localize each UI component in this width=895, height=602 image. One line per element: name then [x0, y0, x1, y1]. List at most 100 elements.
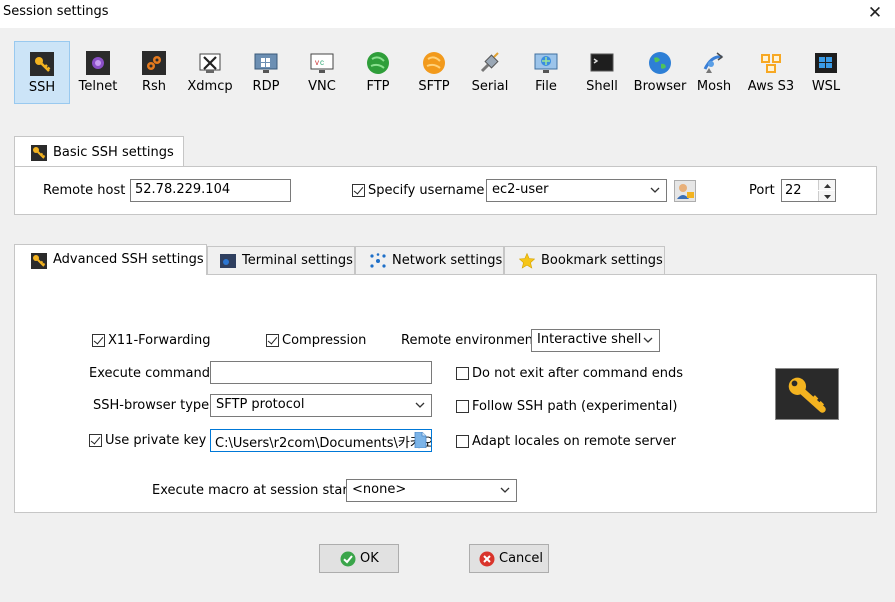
- port-up-button[interactable]: [818, 180, 835, 190]
- star-icon: [519, 253, 535, 269]
- do-not-exit-checkbox[interactable]: [456, 367, 469, 380]
- cancel-label: Cancel: [499, 551, 544, 566]
- shell-icon: [590, 53, 614, 72]
- tab-label: Advanced SSH settings: [53, 252, 204, 267]
- ssh-browser-type-value: SFTP protocol: [216, 397, 305, 412]
- svg-text:c: c: [320, 58, 324, 67]
- session-type-file[interactable]: File: [518, 41, 574, 104]
- specify-username-label: Specify username: [368, 183, 485, 198]
- do-not-exit-label: Do not exit after command ends: [472, 366, 683, 381]
- window-title: Session settings: [3, 4, 109, 19]
- remote-environment-value: Interactive shell: [537, 332, 642, 347]
- x11-forwarding-checkbox[interactable]: [92, 334, 105, 347]
- session-type-label: Mosh: [696, 79, 732, 94]
- ok-button[interactable]: OK: [319, 544, 399, 573]
- adapt-locales-label: Adapt locales on remote server: [472, 434, 676, 449]
- sftp-icon: [423, 52, 445, 74]
- xdmcp-icon: [199, 53, 221, 73]
- private-key-path-value: C:\Users\r2com\Documents\카카오: [215, 436, 432, 451]
- execute-command-input[interactable]: [210, 361, 432, 384]
- chevron-down-icon: [415, 402, 425, 408]
- tab-terminal-settings[interactable]: Terminal settings: [207, 246, 355, 274]
- execute-macro-label: Execute macro at session start:: [152, 483, 358, 498]
- ok-label: OK: [360, 551, 379, 566]
- session-type-label: WSL: [811, 79, 841, 94]
- username-combo[interactable]: ec2-user: [486, 179, 667, 202]
- session-type-rdp[interactable]: RDP: [238, 41, 294, 104]
- session-type-sftp[interactable]: SFTP: [406, 41, 462, 104]
- session-type-label: RDP: [252, 79, 280, 94]
- key-icon: [31, 145, 47, 161]
- caret-up-icon: [824, 184, 831, 188]
- tab-label: Bookmark settings: [541, 253, 663, 268]
- port-label: Port: [749, 183, 775, 198]
- tab-label: Basic SSH settings: [53, 145, 174, 160]
- chevron-down-icon: [500, 487, 510, 493]
- mosh-icon: [703, 52, 724, 73]
- session-type-ftp[interactable]: FTP: [350, 41, 406, 104]
- session-type-vnc[interactable]: v c VNC: [294, 41, 350, 104]
- key-icon: [31, 253, 47, 269]
- session-type-label: Rsh: [141, 79, 167, 94]
- session-type-xdmcp[interactable]: Xdmcp: [182, 41, 238, 104]
- private-key-path-input[interactable]: C:\Users\r2com\Documents\카카오: [210, 429, 432, 452]
- wsl-icon: [815, 53, 837, 73]
- file-icon: [534, 53, 558, 73]
- compression-checkbox[interactable]: [266, 334, 279, 347]
- execute-macro-value: <none>: [352, 482, 407, 497]
- cancel-circle-icon: [479, 551, 495, 567]
- remote-environment-select[interactable]: Interactive shell: [531, 329, 660, 352]
- telnet-icon: [86, 51, 110, 75]
- ssh-browser-type-label: SSH-browser type:: [93, 398, 214, 413]
- tab-bookmark-settings[interactable]: Bookmark settings: [504, 246, 665, 274]
- session-type-serial[interactable]: Serial: [462, 41, 518, 104]
- port-spinner[interactable]: 22: [781, 179, 836, 202]
- user-manager-button[interactable]: [674, 180, 696, 202]
- session-type-label: VNC: [308, 79, 336, 94]
- session-type-shell[interactable]: Shell: [574, 41, 630, 104]
- ssh-browser-type-select[interactable]: SFTP protocol: [210, 394, 432, 417]
- remote-host-input[interactable]: 52.78.229.104: [130, 179, 291, 202]
- follow-ssh-path-checkbox[interactable]: [456, 400, 469, 413]
- large-key-icon: [788, 377, 826, 413]
- remote-environment-label: Remote environment:: [401, 333, 543, 348]
- chevron-down-icon: [643, 337, 653, 343]
- session-type-label: SFTP: [418, 79, 450, 94]
- aws-s3-icon: [761, 54, 781, 73]
- file-browse-icon[interactable]: [414, 432, 427, 448]
- adapt-locales-checkbox[interactable]: [456, 435, 469, 448]
- svg-text:v: v: [315, 58, 319, 67]
- session-type-wsl[interactable]: WSL: [798, 41, 854, 104]
- compression-label: Compression: [282, 333, 367, 348]
- ftp-icon: [367, 52, 389, 74]
- specify-username-checkbox[interactable]: [352, 184, 365, 197]
- session-type-label: Serial: [471, 79, 509, 94]
- title-bar: [0, 0, 895, 28]
- port-value: 22: [785, 183, 802, 198]
- tab-advanced-ssh-settings[interactable]: Advanced SSH settings: [14, 244, 207, 275]
- cancel-button[interactable]: Cancel: [469, 544, 549, 573]
- session-type-label: Shell: [586, 79, 618, 94]
- use-private-key-label: Use private key: [105, 433, 207, 448]
- close-button[interactable]: ✕: [860, 1, 890, 25]
- serial-icon: [480, 52, 499, 73]
- port-down-button[interactable]: [818, 191, 835, 201]
- browser-icon: [649, 52, 671, 74]
- session-type-label: File: [535, 79, 557, 94]
- session-type-browser[interactable]: Browser: [630, 41, 690, 104]
- session-type-telnet[interactable]: Telnet: [70, 41, 126, 104]
- network-icon: [370, 253, 386, 268]
- use-private-key-checkbox[interactable]: [89, 434, 102, 447]
- ssh-key-icon: [30, 52, 54, 76]
- tab-basic-ssh-settings[interactable]: Basic SSH settings: [14, 136, 184, 167]
- tab-network-settings[interactable]: Network settings: [355, 246, 504, 274]
- session-type-label: Browser: [633, 79, 687, 94]
- execute-macro-select[interactable]: <none>: [346, 479, 517, 502]
- session-type-label: Telnet: [78, 79, 118, 94]
- session-type-aws-s3[interactable]: Aws S3: [742, 41, 800, 104]
- session-type-ssh[interactable]: SSH: [14, 41, 70, 104]
- tab-label: Network settings: [392, 253, 503, 268]
- execute-command-label: Execute command:: [89, 366, 215, 381]
- session-type-rsh[interactable]: Rsh: [126, 41, 182, 104]
- session-type-mosh[interactable]: Mosh: [686, 41, 742, 104]
